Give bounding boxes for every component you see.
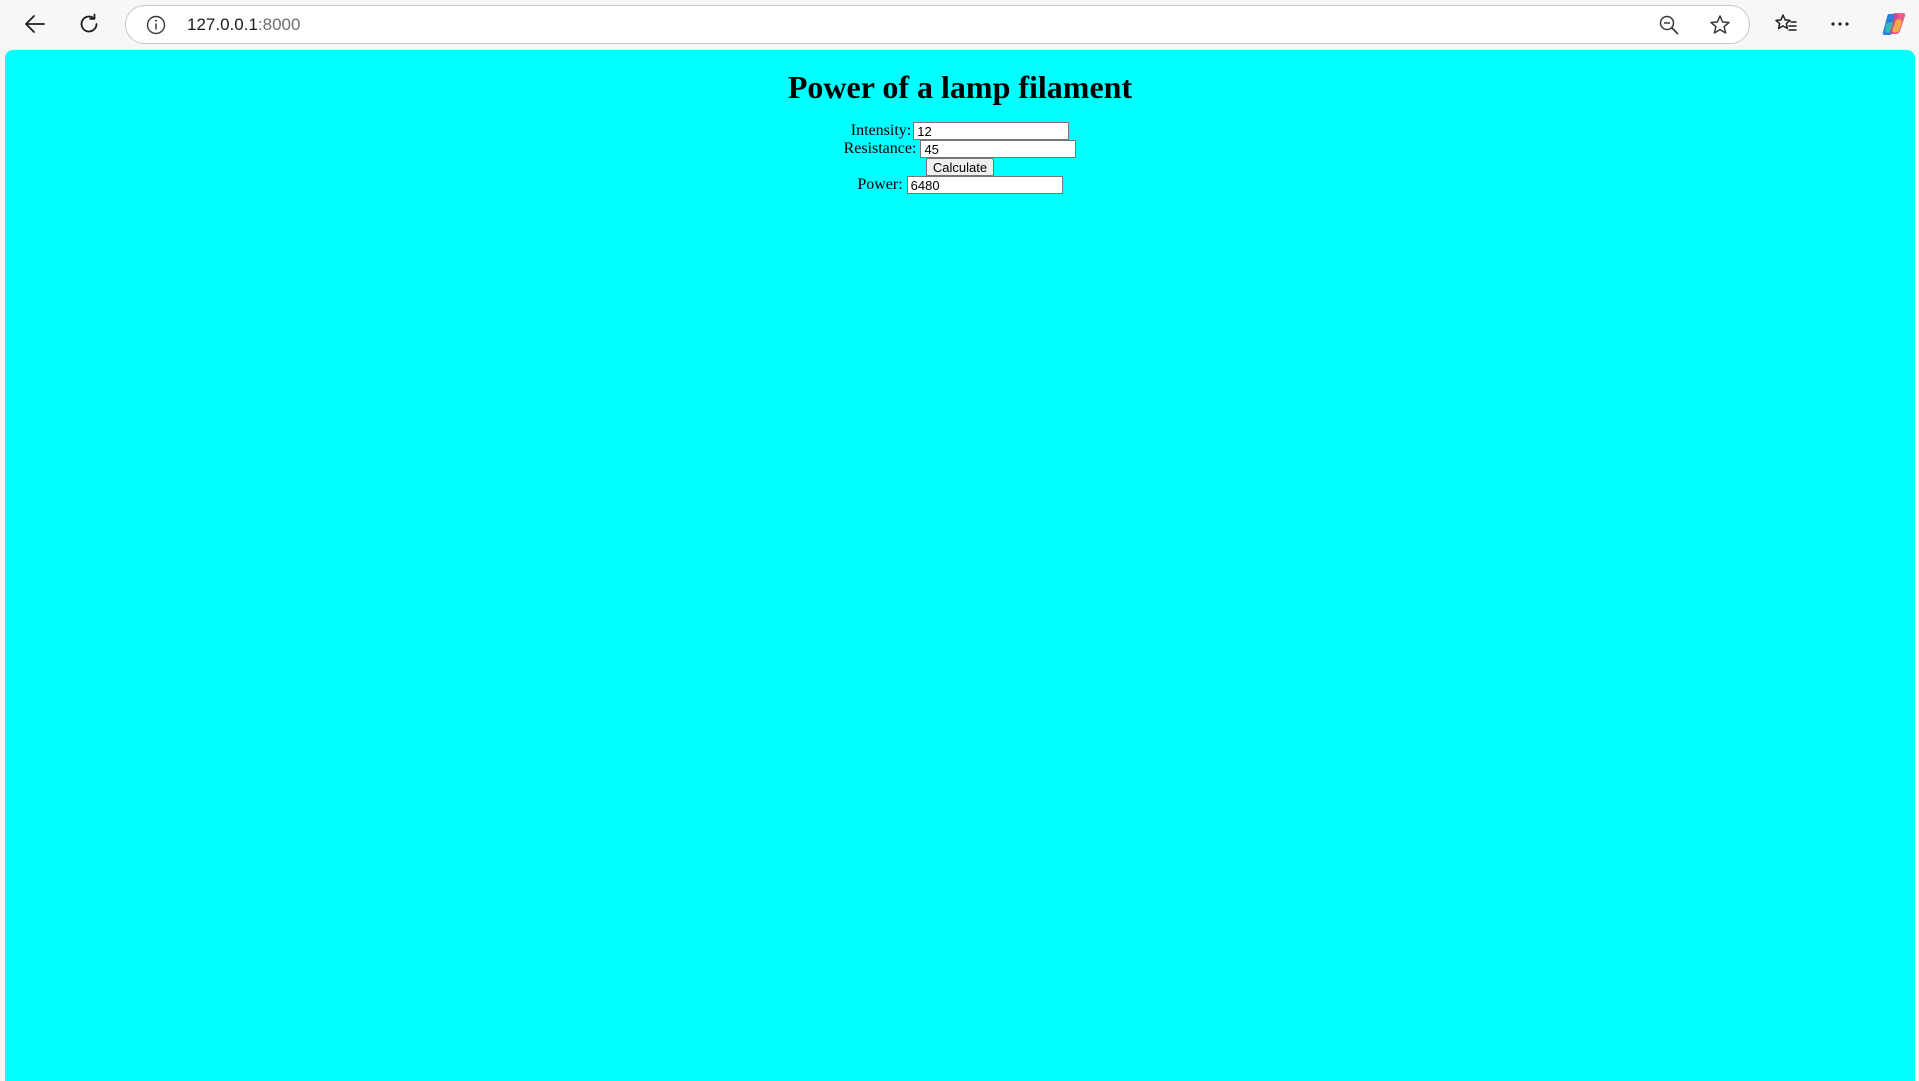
intensity-label: Intensity: [850,122,912,139]
copilot-icon [1882,13,1906,35]
url-port: :8000 [257,15,301,34]
resistance-row: Resistance: [5,140,1915,158]
more-button[interactable] [1822,6,1858,42]
address-bar[interactable]: 127.0.0.1:8000 [125,5,1750,44]
favorites-icon [1775,14,1797,31]
power-form: Intensity: Resistance: Calculate Power: [5,122,1915,194]
back-arrow-icon [25,15,45,33]
zoom-out-icon[interactable] [1658,14,1680,36]
resistance-input[interactable] [920,140,1077,158]
power-label: Power: [857,176,903,193]
reload-icon [80,13,98,33]
power-output[interactable] [906,176,1063,194]
browser-toolbar: 127.0.0.1:8000 [0,0,1919,49]
more-icon [1831,22,1849,26]
star-icon[interactable] [1709,14,1731,36]
copilot-button[interactable] [1876,6,1912,42]
back-button[interactable] [17,6,53,42]
url-text: 127.0.0.1:8000 [187,15,300,35]
page-viewport: Power of a lamp filament Intensity: Resi… [5,50,1915,1081]
resistance-label: Resistance: [843,140,917,157]
page-title: Power of a lamp filament [787,69,1133,105]
info-icon[interactable] [146,15,166,35]
intensity-row: Intensity: [5,122,1915,140]
url-host: 127.0.0.1 [187,15,258,34]
calculate-row: Calculate [5,158,1915,176]
intensity-input[interactable] [913,122,1070,140]
calculate-button[interactable]: Calculate [925,158,995,176]
reload-button[interactable] [71,6,107,42]
power-row: Power: [5,176,1915,194]
favorites-button[interactable] [1768,6,1804,42]
